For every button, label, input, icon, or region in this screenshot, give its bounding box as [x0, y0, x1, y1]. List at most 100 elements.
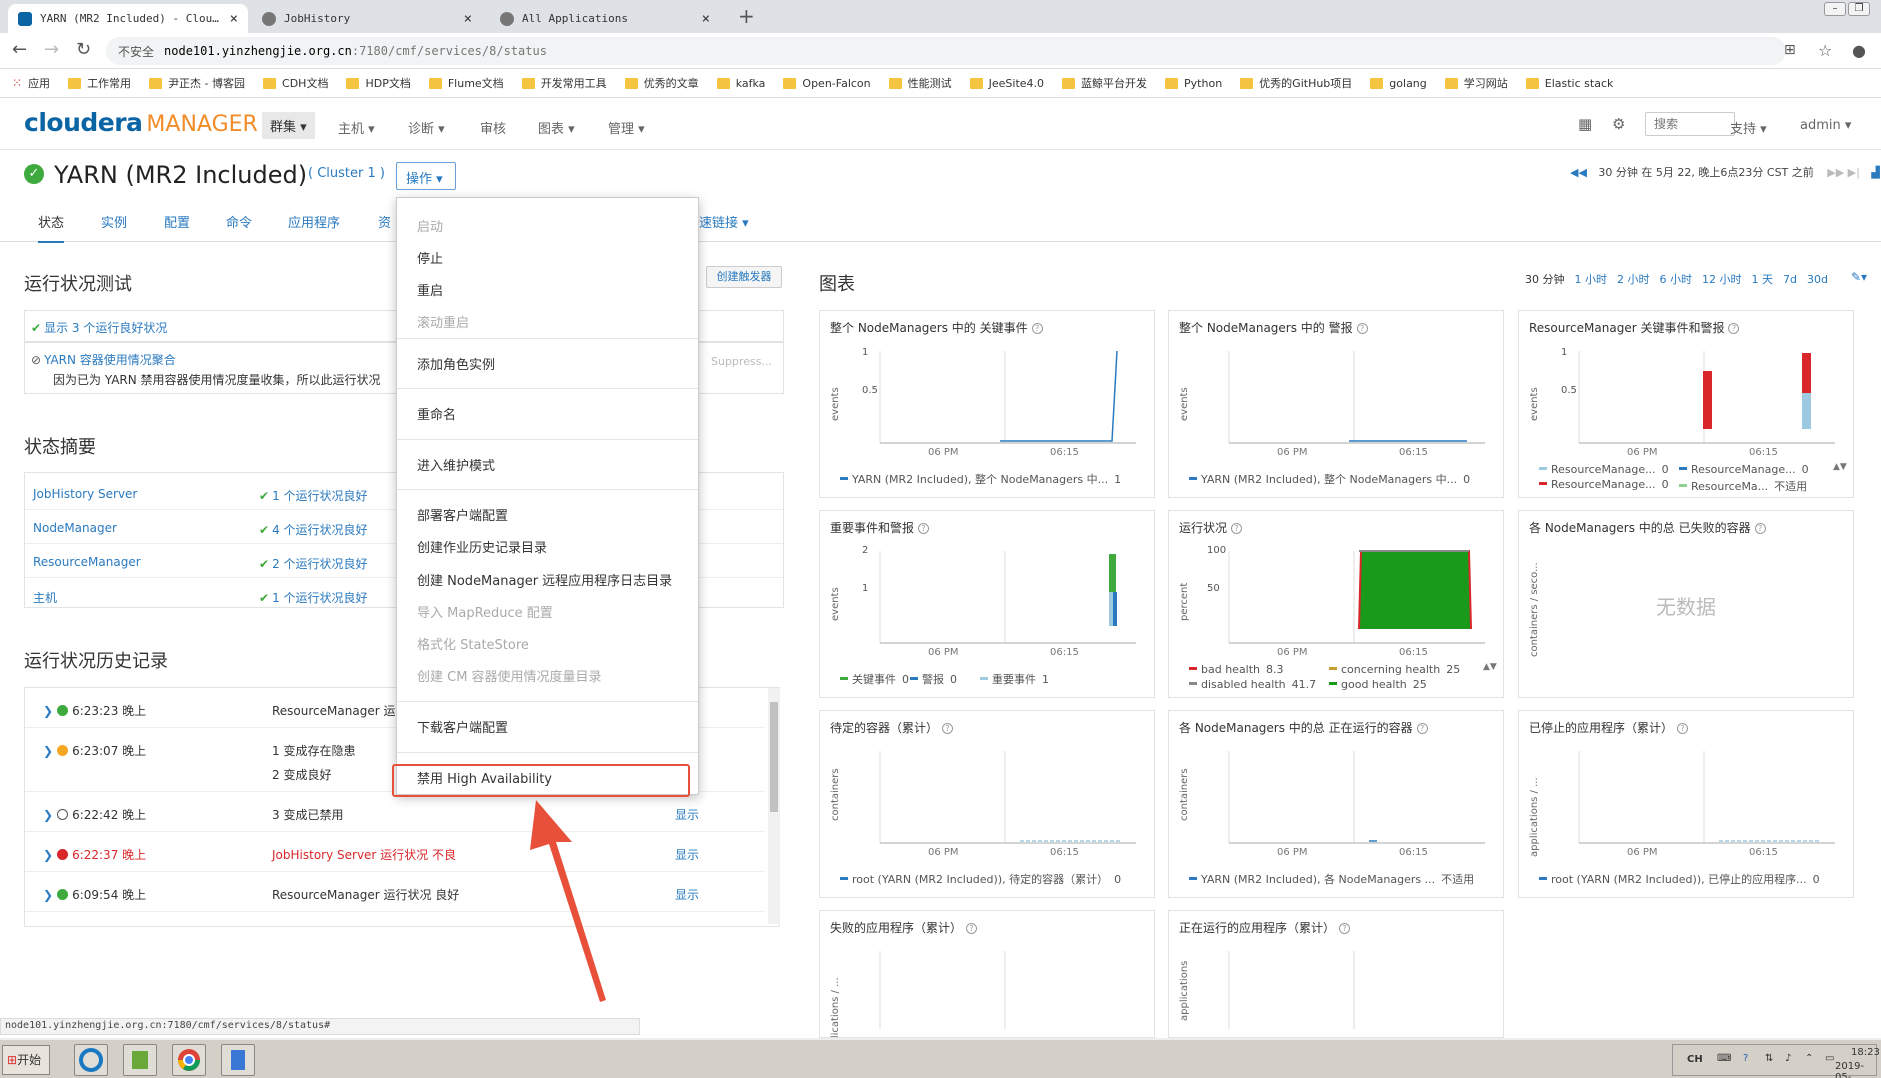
menu-item[interactable]: 重启: [417, 280, 443, 299]
parcel-icon[interactable]: ▦: [1578, 115, 1592, 133]
bookmark-item[interactable]: 优秀的GitHub项目: [1240, 75, 1352, 91]
minimize-icon[interactable]: –: [1824, 2, 1846, 16]
help-icon[interactable]: ?: [1754, 523, 1766, 534]
summary-status-link[interactable]: ✔ 1 个运行状况良好: [259, 487, 368, 504]
summary-status-link[interactable]: ✔ 2 个运行状况良好: [259, 555, 368, 572]
legend-item[interactable]: 重要事件 1: [980, 671, 1049, 687]
summary-role-link[interactable]: NodeManager: [33, 521, 117, 535]
menu-item[interactable]: 下载客户端配置: [417, 717, 508, 736]
legend-item[interactable]: 警报 0: [910, 671, 957, 687]
history-scrollbar[interactable]: [768, 688, 780, 924]
nav-support[interactable]: 支持 ▾: [1730, 118, 1767, 137]
nav-audit[interactable]: 审核: [480, 118, 506, 137]
history-show-link[interactable]: 显示: [675, 886, 699, 903]
bookmark-item[interactable]: golang: [1370, 77, 1427, 90]
tab-resources[interactable]: 资: [378, 212, 391, 231]
legend-scroll-icon[interactable]: ▲▼: [1483, 661, 1497, 673]
legend-scroll-icon[interactable]: ▲▼: [1833, 461, 1847, 473]
bookmark-item[interactable]: 开发常用工具: [521, 75, 607, 91]
history-row[interactable]: ❯ 6:09:54 晚上 ResourceManager 运行状况 良好 显示: [25, 872, 765, 912]
volume-icon[interactable]: ♪: [1785, 1053, 1791, 1064]
reload-icon[interactable]: ↻: [76, 39, 91, 60]
url-field[interactable]: 不安全 node101.yinzhengjie.org.cn :7180/cmf…: [106, 37, 1786, 65]
translate-icon[interactable]: ⊞: [1784, 42, 1796, 58]
summary-role-link[interactable]: 主机: [33, 589, 57, 606]
time-range-option[interactable]: 1 天: [1752, 273, 1774, 286]
chevron-right-icon[interactable]: ❯: [43, 848, 53, 862]
summary-role-link[interactable]: ResourceManager: [33, 555, 141, 569]
security-indicator[interactable]: 不安全: [118, 43, 154, 60]
back-icon[interactable]: ←: [12, 39, 27, 60]
chevron-right-icon[interactable]: ❯: [43, 926, 53, 927]
bookmark-item[interactable]: 尹正杰 - 博客园: [149, 75, 245, 91]
nav-admin[interactable]: 管理 ▾: [608, 118, 645, 137]
start-button[interactable]: ⊞开始: [2, 1045, 50, 1075]
time-back-icon[interactable]: ◀◀: [1570, 166, 1587, 179]
bookmark-item[interactable]: CDH文档: [263, 75, 328, 91]
time-range-option[interactable]: 2 小时: [1617, 273, 1650, 286]
bookmark-item[interactable]: 蓝鲸平台开发: [1062, 75, 1147, 91]
suppress-link[interactable]: Suppress...: [711, 355, 772, 368]
close-tab-icon[interactable]: ×: [702, 11, 710, 27]
legend-item[interactable]: YARN (MR2 Included), 整个 NodeManagers 中..…: [840, 471, 1121, 487]
history-row[interactable]: ❯ 显示: [25, 912, 765, 927]
help-icon[interactable]: ?: [1743, 1053, 1748, 1064]
bookmark-item[interactable]: 工作常用: [68, 75, 131, 91]
legend-item[interactable]: ResourceManage... 0: [1539, 478, 1669, 491]
tasks-icon[interactable]: ⚙: [1612, 115, 1625, 133]
forward-icon[interactable]: →: [44, 39, 59, 60]
legend-item[interactable]: good health 25: [1329, 678, 1427, 691]
menu-item[interactable]: 部署客户端配置: [417, 505, 508, 524]
legend-item[interactable]: ResourceManage... 0: [1679, 463, 1809, 476]
legend-item[interactable]: bad health 8.3: [1189, 663, 1284, 676]
close-tab-icon[interactable]: ×: [464, 11, 472, 27]
edit-pencil-icon[interactable]: ✎▾: [1851, 270, 1867, 284]
summary-role-link[interactable]: JobHistory Server: [33, 487, 137, 501]
tab-applications[interactable]: 应用程序: [288, 212, 340, 231]
tray-expand-icon[interactable]: ⌃: [1805, 1053, 1813, 1064]
new-tab-button[interactable]: +: [738, 4, 755, 28]
network-icon[interactable]: ⇅: [1765, 1053, 1773, 1064]
nav-user[interactable]: admin ▾: [1800, 118, 1851, 133]
history-show-link[interactable]: 显示: [675, 926, 699, 927]
restore-icon[interactable]: ❐: [1848, 2, 1870, 16]
bookmark-item[interactable]: 性能测试: [888, 75, 952, 91]
container-agg-link[interactable]: ⊘ YARN 容器使用情况聚合: [31, 351, 176, 368]
cloudera-logo[interactable]: cloudera MANAGER: [24, 108, 258, 137]
time-range-option[interactable]: 12 小时: [1702, 273, 1742, 286]
bookmark-item[interactable]: ⁙ 应用: [12, 75, 50, 91]
time-range-option[interactable]: 6 小时: [1660, 273, 1693, 286]
legend-item[interactable]: ResourceManage... 0: [1539, 463, 1669, 476]
create-trigger-button[interactable]: 创建触发器: [706, 266, 782, 288]
chevron-right-icon[interactable]: ❯: [43, 704, 53, 718]
chevron-right-icon[interactable]: ❯: [43, 808, 53, 822]
tab-status[interactable]: 状态: [38, 212, 65, 243]
menu-item[interactable]: 创建 NodeManager 远程应用程序日志目录: [417, 570, 672, 589]
nav-diagnostics[interactable]: 诊断 ▾: [408, 118, 445, 137]
tab-quick-links[interactable]: 速链接 ▾: [699, 212, 749, 231]
show-good-link[interactable]: ✔ 显示 3 个运行良好状况: [31, 319, 167, 336]
summary-status-link[interactable]: ✔ 4 个运行状况良好: [259, 521, 368, 538]
legend-item[interactable]: disabled health 41.7: [1189, 678, 1316, 691]
ie-icon[interactable]: [74, 1044, 108, 1076]
nav-hosts[interactable]: 主机 ▾: [338, 118, 375, 137]
chart-icon[interactable]: ▟: [1871, 166, 1879, 179]
legend-item[interactable]: YARN (MR2 Included), 整个 NodeManagers 中..…: [1189, 471, 1470, 487]
legend-item[interactable]: root (YARN (MR2 Included)), 待定的容器（累计） 0: [840, 871, 1121, 887]
legend-item[interactable]: 关键事件 0: [840, 671, 909, 687]
menu-item[interactable]: 创建作业历史记录目录: [417, 537, 547, 556]
legend-item[interactable]: YARN (MR2 Included), 各 NodeManagers ... 不…: [1189, 871, 1474, 887]
bookmark-item[interactable]: Flume文档: [428, 75, 504, 91]
bookmark-item[interactable]: 学习网站: [1444, 75, 1508, 91]
chevron-right-icon[interactable]: ❯: [43, 744, 53, 758]
nav-charts[interactable]: 图表 ▾: [538, 118, 575, 137]
actions-button[interactable]: 操作 ▾: [396, 162, 456, 190]
tab-jobhistory[interactable]: JobHistory ×: [252, 4, 482, 33]
menu-item[interactable]: 停止: [417, 248, 443, 267]
bookmark-item[interactable]: Open-Falcon: [783, 77, 871, 90]
bookmark-item[interactable]: Python: [1165, 77, 1222, 90]
menu-item[interactable]: 进入维护模式: [417, 455, 495, 474]
notepad-icon[interactable]: [221, 1044, 255, 1076]
bookmark-item[interactable]: Elastic stack: [1525, 77, 1613, 90]
scroll-thumb[interactable]: [770, 702, 778, 812]
